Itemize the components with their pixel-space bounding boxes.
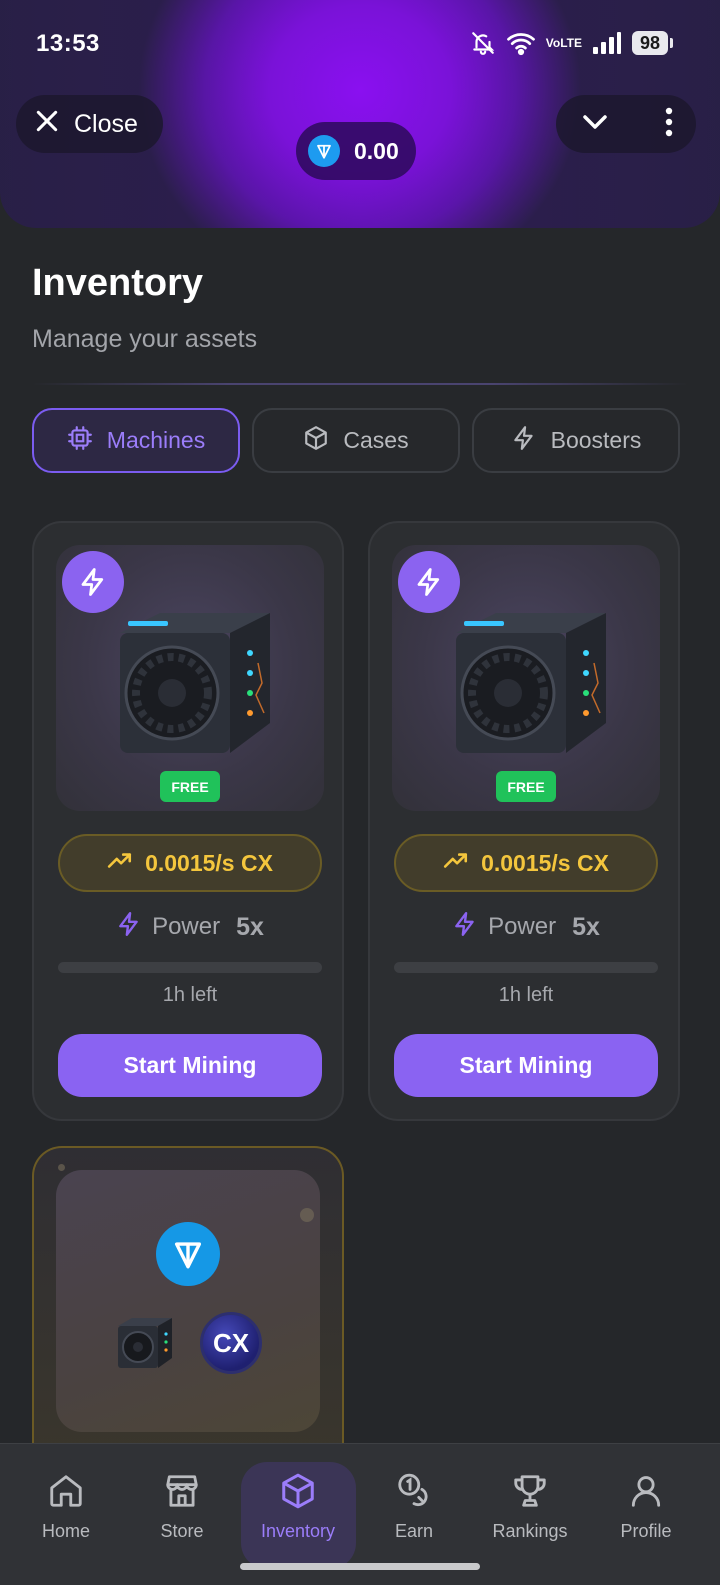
- header-banner: 13:53 Vo LTE 98 Close 0.00: [0, 0, 720, 228]
- mining-machine-image: [436, 593, 616, 768]
- volte-indicator: Vo LTE: [545, 35, 582, 50]
- close-label: Close: [74, 109, 138, 138]
- cpu-icon: [67, 425, 93, 457]
- status-time: 13:53: [36, 30, 100, 57]
- chevron-down-icon[interactable]: [580, 107, 610, 142]
- battery-indicator: 98: [631, 31, 674, 55]
- progress-bar: [394, 962, 658, 973]
- mining-rate: 0.0015/s CX: [394, 834, 658, 892]
- machine-image-panel: FREE: [56, 545, 324, 811]
- power-value: 5x: [572, 912, 600, 941]
- tab-label: Cases: [343, 427, 409, 453]
- decoration-dot: [300, 1208, 314, 1222]
- home-indicator[interactable]: [240, 1563, 480, 1570]
- tab-boosters[interactable]: Boosters: [472, 408, 680, 473]
- close-button[interactable]: Close: [16, 95, 163, 153]
- more-vertical-icon[interactable]: [664, 107, 674, 142]
- close-icon: [34, 108, 60, 141]
- nav-item-profile[interactable]: Profile: [588, 1444, 704, 1585]
- home-icon: [47, 1472, 85, 1515]
- bundle-image-panel: CX: [56, 1170, 320, 1432]
- rate-value: 0.0015/s CX: [481, 849, 609, 876]
- store-icon: [163, 1472, 201, 1515]
- user-icon: [627, 1472, 665, 1515]
- power-value: 5x: [236, 912, 264, 941]
- ton-icon: [308, 135, 340, 167]
- machine-card: FREE 0.0015/s CX Power 5x 1h left Start …: [32, 521, 344, 1121]
- page-subtitle: Manage your assets: [32, 325, 258, 353]
- free-badge: FREE: [160, 771, 220, 802]
- free-badge: FREE: [496, 771, 556, 802]
- nav-item-store[interactable]: Store: [124, 1444, 240, 1585]
- divider: [32, 383, 688, 385]
- nav-label: Profile: [620, 1521, 672, 1541]
- menu-pill: [556, 95, 696, 153]
- power-label: Power: [152, 913, 221, 940]
- trending-up-icon: [107, 849, 133, 877]
- signal-icon: [592, 31, 622, 55]
- ton-icon: [156, 1222, 220, 1286]
- progress-bar: [58, 962, 322, 973]
- time-left: 1h left: [498, 984, 554, 1006]
- tab-machines[interactable]: Machines: [32, 408, 240, 473]
- machine-card: FREE 0.0015/s CX Power 5x 1h left Start …: [368, 521, 680, 1121]
- box-icon: [303, 425, 329, 457]
- coins-icon: [395, 1472, 433, 1515]
- volte-top: Vo: [545, 35, 561, 50]
- mining-rate: 0.0015/s CX: [58, 834, 322, 892]
- bolt-icon: [116, 910, 142, 945]
- start-mining-button[interactable]: Start Mining: [58, 1034, 322, 1097]
- volte-bottom: LTE: [560, 35, 582, 50]
- page-title: Inventory: [32, 262, 204, 304]
- time-left: 1h left: [162, 984, 218, 1006]
- bolt-icon: [511, 425, 537, 457]
- wifi-icon: [506, 30, 536, 56]
- nav-label: Inventory: [260, 1521, 336, 1541]
- nav-label: Store: [160, 1521, 204, 1541]
- nav-label: Home: [41, 1521, 90, 1541]
- tab-label: Machines: [106, 427, 206, 453]
- bundle-card[interactable]: CX: [32, 1146, 344, 1466]
- balance-pill[interactable]: 0.00: [296, 122, 416, 180]
- mining-machine-image: [114, 1314, 176, 1377]
- nav-label: Earn: [394, 1521, 434, 1541]
- nav-label: Rankings: [492, 1521, 568, 1541]
- rate-value: 0.0015/s CX: [145, 849, 273, 876]
- power-label: Power: [488, 913, 557, 940]
- trophy-icon: [511, 1472, 549, 1515]
- machine-image-panel: FREE: [392, 545, 660, 811]
- balance-value: 0.00: [354, 137, 399, 164]
- power-row: Power 5x: [34, 909, 346, 945]
- tab-label: Boosters: [550, 427, 642, 453]
- decoration-dot: [58, 1164, 65, 1171]
- start-mining-button[interactable]: Start Mining: [394, 1034, 658, 1097]
- bolt-icon: [452, 910, 478, 945]
- power-row: Power 5x: [370, 909, 682, 945]
- tab-cases[interactable]: Cases: [252, 408, 460, 473]
- trending-up-icon: [443, 849, 469, 877]
- nav-item-home[interactable]: Home: [8, 1444, 124, 1585]
- status-icons: Vo LTE 98: [470, 30, 674, 56]
- mining-machine-image: [100, 593, 280, 768]
- nav-item-rankings[interactable]: Rankings: [472, 1444, 588, 1585]
- bell-muted-icon: [470, 30, 496, 56]
- cx-coin-icon: CX: [200, 1312, 262, 1374]
- box-icon: [279, 1472, 317, 1515]
